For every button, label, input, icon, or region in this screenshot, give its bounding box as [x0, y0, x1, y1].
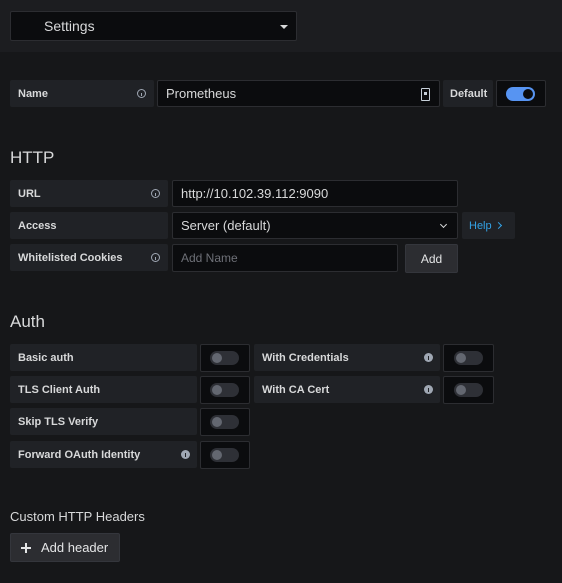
- basic-auth-label: Basic auth: [10, 344, 197, 371]
- default-label: Default: [443, 80, 493, 107]
- password-manager-icon: [421, 88, 430, 101]
- skip-tls-verify-switch[interactable]: [210, 415, 239, 429]
- name-label: Name: [10, 80, 154, 107]
- name-input[interactable]: Prometheus: [157, 80, 440, 107]
- url-label: URL: [10, 180, 168, 207]
- basic-auth-switch[interactable]: [210, 351, 239, 365]
- access-label: Access: [10, 212, 168, 239]
- info-icon[interactable]: [151, 252, 160, 262]
- help-button[interactable]: Help: [462, 212, 515, 239]
- settings-select-label: Settings: [44, 18, 95, 34]
- with-credentials-label: With Credentials: [254, 344, 440, 371]
- custom-headers-heading: Custom HTTP Headers: [10, 509, 145, 524]
- info-icon[interactable]: [424, 352, 433, 362]
- caret-down-icon: [280, 25, 288, 29]
- add-cookie-button[interactable]: Add: [405, 244, 458, 273]
- plus-icon: [21, 542, 31, 553]
- tls-client-auth-label: TLS Client Auth: [10, 376, 197, 403]
- whitelisted-cookies-label: Whitelisted Cookies: [10, 244, 168, 271]
- tls-client-auth-switch[interactable]: [210, 383, 239, 397]
- with-credentials-toggle[interactable]: [443, 344, 494, 372]
- default-switch[interactable]: [506, 86, 535, 101]
- http-heading: HTTP: [10, 148, 55, 167]
- chevron-down-icon: [439, 220, 448, 228]
- with-ca-cert-toggle[interactable]: [443, 376, 494, 404]
- forward-oauth-switch[interactable]: [210, 448, 239, 462]
- info-icon[interactable]: [151, 188, 160, 198]
- info-icon[interactable]: [181, 449, 190, 459]
- default-toggle[interactable]: [496, 80, 546, 107]
- auth-heading: Auth: [10, 312, 45, 331]
- forward-oauth-label: Forward OAuth Identity: [10, 441, 197, 468]
- with-credentials-switch[interactable]: [453, 351, 483, 365]
- skip-tls-verify-label: Skip TLS Verify: [10, 408, 197, 435]
- url-input[interactable]: http://10.102.39.112:9090: [172, 180, 458, 207]
- settings-tab-select[interactable]: Settings: [10, 11, 297, 41]
- access-select[interactable]: Server (default): [172, 212, 458, 239]
- forward-oauth-toggle[interactable]: [200, 441, 250, 469]
- info-icon[interactable]: [424, 384, 433, 394]
- info-icon[interactable]: [137, 88, 146, 98]
- skip-tls-verify-toggle[interactable]: [200, 408, 250, 436]
- top-bar: Settings: [0, 0, 562, 52]
- chevron-right-icon: [494, 221, 503, 229]
- add-header-button[interactable]: Add header: [10, 533, 120, 562]
- with-ca-cert-label: With CA Cert: [254, 376, 440, 403]
- basic-auth-toggle[interactable]: [200, 344, 250, 372]
- cookie-name-input[interactable]: Add Name: [172, 244, 398, 272]
- tls-client-auth-toggle[interactable]: [200, 376, 250, 404]
- with-ca-cert-switch[interactable]: [453, 383, 483, 397]
